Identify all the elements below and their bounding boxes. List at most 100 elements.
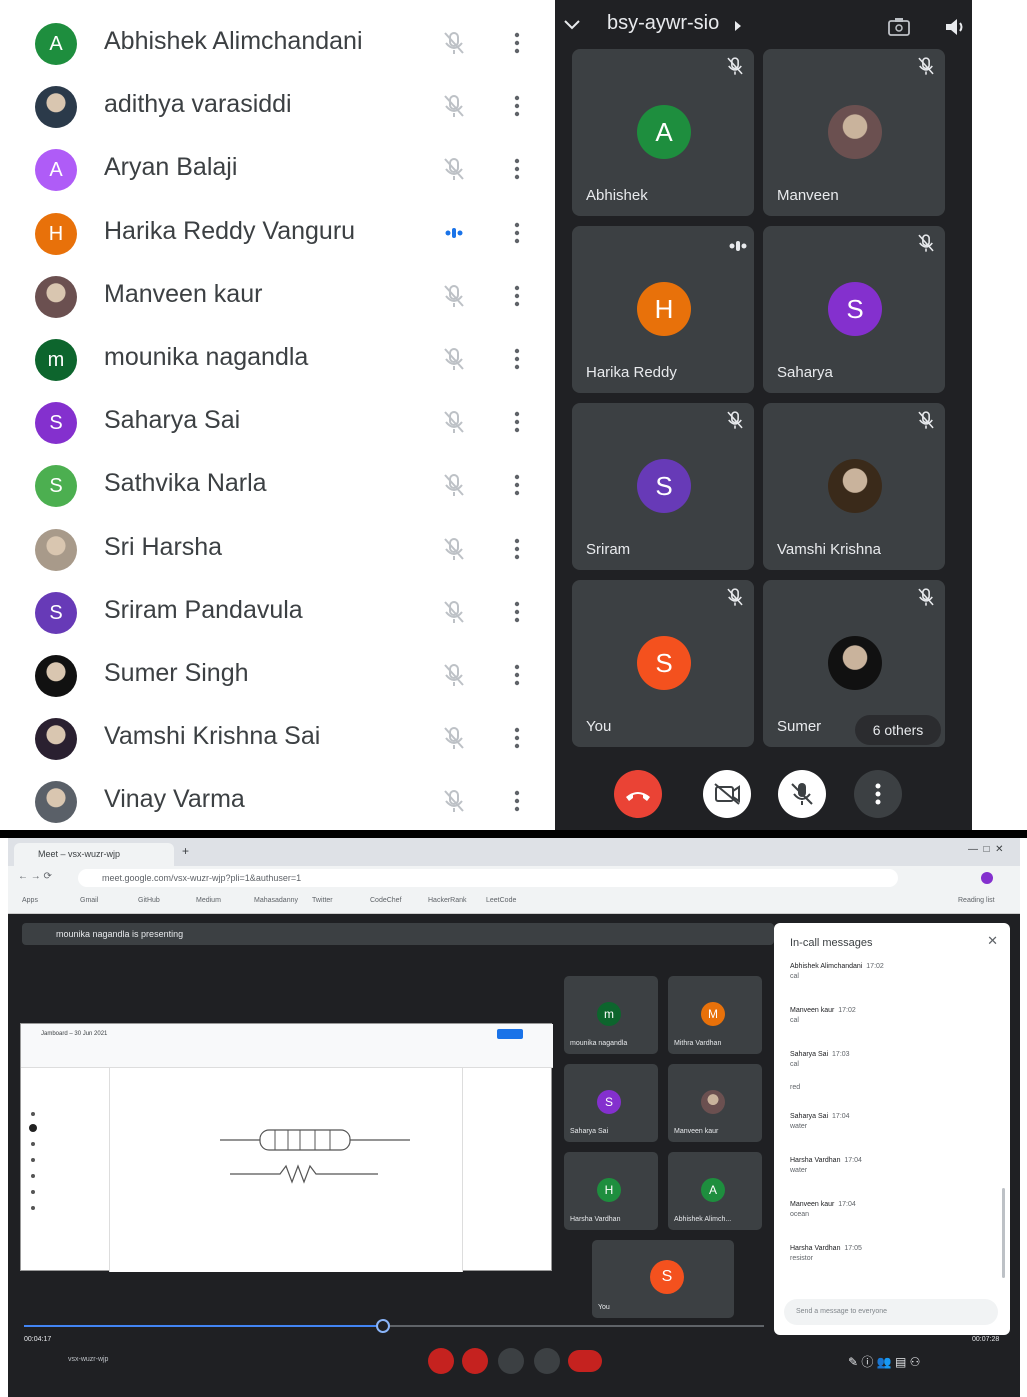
speaker-icon[interactable] bbox=[943, 16, 967, 38]
bookmark-item[interactable]: Gmail bbox=[80, 897, 98, 904]
side-video-tile[interactable]: M Mithra Vardhan bbox=[668, 976, 762, 1054]
profile-icon[interactable] bbox=[980, 871, 994, 885]
video-tile[interactable]: Manveen bbox=[763, 49, 945, 216]
avatar: S bbox=[35, 465, 77, 508]
more-vert-icon[interactable] bbox=[508, 724, 526, 752]
more-vert-icon[interactable] bbox=[508, 345, 526, 373]
participant-row[interactable]: adithya varasiddi bbox=[0, 74, 555, 137]
chat-input[interactable]: Send a message to everyone bbox=[784, 1299, 998, 1325]
meeting-details[interactable]: vsx-wuzr-wjp bbox=[68, 1356, 108, 1363]
avatar-photo bbox=[35, 718, 77, 761]
tile-name: Sriram bbox=[586, 541, 631, 558]
seek-handle[interactable] bbox=[376, 1319, 390, 1333]
participant-row[interactable]: S Saharya Sai bbox=[0, 390, 555, 453]
url-input[interactable]: meet.google.com/vsx-wuzr-wjp?pli=1&authu… bbox=[78, 869, 898, 887]
participant-row[interactable]: Sumer Singh bbox=[0, 643, 555, 706]
side-video-tile[interactable]: A Abhishek Alimch... bbox=[668, 1152, 762, 1230]
more-vert-icon[interactable] bbox=[508, 471, 526, 499]
bookmark-item[interactable]: Apps bbox=[22, 897, 38, 904]
chat-sender: Saharya Sai bbox=[790, 1051, 829, 1058]
video-tile[interactable]: S You bbox=[572, 580, 754, 747]
chat-message: Harsha Vardhan 17:05 resistor bbox=[790, 1245, 862, 1262]
chat-time: 17:03 bbox=[832, 1051, 850, 1058]
chat-scrollbar[interactable] bbox=[1002, 1188, 1005, 1278]
bookmark-item[interactable]: Reading list bbox=[958, 897, 995, 904]
more-vert-icon[interactable] bbox=[508, 282, 526, 310]
side-video-tile[interactable]: m mounika nagandla bbox=[564, 976, 658, 1054]
video-tile[interactable]: A Abhishek bbox=[572, 49, 754, 216]
participant-row[interactable]: Manveen kaur bbox=[0, 264, 555, 327]
more-vert-icon[interactable] bbox=[508, 598, 526, 626]
window-controls-icon[interactable]: — □ ✕ bbox=[968, 844, 1004, 855]
side-video-tile[interactable]: Manveen kaur bbox=[668, 1064, 762, 1142]
bottom-present-button[interactable] bbox=[534, 1348, 560, 1374]
participant-row[interactable]: A Aryan Balaji bbox=[0, 137, 555, 200]
bookmark-item[interactable]: LeetCode bbox=[486, 897, 516, 904]
bookmark-item[interactable]: Twitter bbox=[312, 897, 333, 904]
more-options-button[interactable] bbox=[854, 770, 902, 818]
close-icon[interactable]: ✕ bbox=[987, 933, 998, 949]
meeting-code: bsy-aywr-sio bbox=[607, 12, 720, 34]
nav-arrows-icon[interactable]: ← → ⟳ bbox=[18, 871, 52, 882]
bottom-camera-button[interactable] bbox=[462, 1348, 488, 1374]
participant-row[interactable]: Vinay Varma bbox=[0, 769, 555, 832]
participant-row[interactable]: m mounika nagandla bbox=[0, 327, 555, 390]
mic-off-icon bbox=[724, 409, 746, 431]
end-call-button[interactable] bbox=[614, 770, 662, 818]
bookmark-item[interactable]: CodeChef bbox=[370, 897, 402, 904]
mic-off-icon bbox=[791, 783, 813, 805]
new-tab-icon[interactable]: + bbox=[182, 844, 189, 858]
participant-row[interactable]: A Abhishek Alimchandani bbox=[0, 11, 555, 74]
activities-icon[interactable]: ✎ ⓘ 👥 ▤ ⚇ bbox=[848, 1353, 920, 1370]
share-button[interactable] bbox=[497, 1029, 523, 1039]
bookmark-item[interactable]: GitHub bbox=[138, 897, 160, 904]
bookmark-item[interactable]: Mahasadanny bbox=[254, 897, 298, 904]
more-vert-icon[interactable] bbox=[508, 92, 526, 120]
avatar: A bbox=[35, 149, 77, 192]
side-video-tile[interactable]: H Harsha Vardhan bbox=[564, 1152, 658, 1230]
jamboard-toolbar[interactable] bbox=[27, 1104, 39, 1224]
video-tile[interactable]: Vamshi Krishna bbox=[763, 403, 945, 570]
side-video-tile[interactable]: S You bbox=[592, 1240, 734, 1318]
more-vert-icon[interactable] bbox=[508, 408, 526, 436]
participant-row[interactable]: H Harika Reddy Vanguru bbox=[0, 201, 555, 264]
bottom-captions-button[interactable] bbox=[498, 1348, 524, 1374]
more-vert-icon[interactable] bbox=[508, 535, 526, 563]
side-video-tile[interactable]: S Saharya Sai bbox=[564, 1064, 658, 1142]
more-vert-icon[interactable] bbox=[508, 219, 526, 247]
video-tile[interactable]: H Harika Reddy bbox=[572, 226, 754, 393]
browser-tab[interactable]: Meet – vsx-wuzr-wjp bbox=[14, 843, 174, 866]
chevron-down-icon[interactable] bbox=[563, 18, 581, 32]
seek-bar[interactable] bbox=[24, 1319, 764, 1333]
participant-row[interactable]: Sri Harsha bbox=[0, 517, 555, 580]
camera-switch-icon[interactable] bbox=[887, 16, 911, 38]
more-vert-icon[interactable] bbox=[508, 155, 526, 183]
others-pill[interactable]: 6 others bbox=[855, 715, 941, 745]
bookmark-item[interactable]: HackerRank bbox=[428, 897, 467, 904]
camera-toggle-button[interactable] bbox=[703, 770, 751, 818]
mic-toggle-button[interactable] bbox=[778, 770, 826, 818]
video-tile[interactable]: S Sriram bbox=[572, 403, 754, 570]
chat-text: water bbox=[790, 1123, 808, 1130]
avatar: S bbox=[637, 459, 691, 513]
chat-time: 17:02 bbox=[866, 963, 884, 970]
chat-message: Abhishek Alimchandani 17:02 cal bbox=[790, 963, 884, 980]
participant-row[interactable]: Vamshi Krishna Sai bbox=[0, 706, 555, 769]
jamboard-canvas[interactable] bbox=[109, 1068, 463, 1272]
arrow-right-icon[interactable] bbox=[733, 20, 743, 32]
chat-text: resistor bbox=[790, 1255, 813, 1262]
more-vert-icon[interactable] bbox=[508, 787, 526, 815]
participant-row[interactable]: S Sathvika Narla bbox=[0, 453, 555, 516]
chat-title: In-call messages bbox=[790, 937, 873, 949]
bottom-end-call-button[interactable] bbox=[568, 1350, 602, 1372]
tile-name: Vamshi Krishna bbox=[777, 541, 881, 558]
more-vert-icon[interactable] bbox=[508, 29, 526, 57]
bottom-mic-button[interactable] bbox=[428, 1348, 454, 1374]
more-vert-icon[interactable] bbox=[508, 661, 526, 689]
participant-row[interactable]: S Sriram Pandavula bbox=[0, 580, 555, 643]
bookmark-item[interactable]: Medium bbox=[196, 897, 221, 904]
blank-area bbox=[972, 0, 1027, 830]
video-tile[interactable]: S Saharya bbox=[763, 226, 945, 393]
participant-name: Aryan Balaji bbox=[104, 153, 238, 182]
chat-sender: Abhishek Alimchandani bbox=[790, 963, 863, 970]
